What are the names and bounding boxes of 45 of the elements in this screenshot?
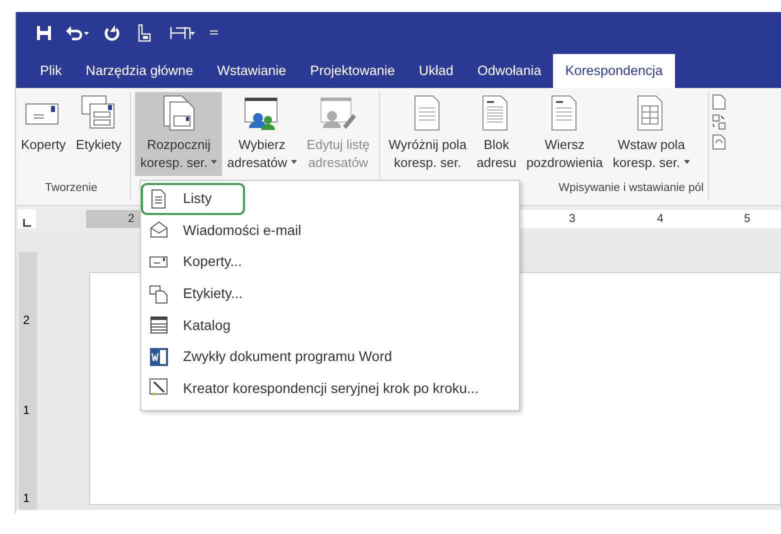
ribbon-button[interactable]: Rozpocznij koresp. ser. (135, 92, 222, 176)
ruler-number: 4 (657, 212, 664, 227)
caret-icon (290, 160, 297, 164)
ribbon-button[interactable]: Koperty (16, 92, 71, 176)
menu-item[interactable]: Kreator korespondencji seryjnej krok po kroku... (141, 372, 519, 404)
caret-icon (211, 160, 218, 164)
redo-icon[interactable] (104, 25, 120, 41)
ruler-number: 2 (23, 314, 30, 326)
ribbon-tab[interactable]: Układ (406, 54, 466, 88)
group-label: Wpisywanie i wstawianie pól (558, 182, 704, 194)
menu-item-icon (149, 220, 169, 240)
tab-selector[interactable] (18, 209, 36, 228)
ribbon-tab[interactable]: Projektowanie (298, 54, 407, 88)
ribbon-tab[interactable]: Plik (28, 54, 74, 88)
ruler-number: 2 (128, 212, 134, 227)
ribbon-tab[interactable]: Odwołania (465, 54, 554, 88)
menu-item-icon (149, 284, 169, 304)
ribbon-button[interactable]: Wstaw pola koresp. ser. (608, 92, 695, 176)
menu-item[interactable]: Koperty... (141, 246, 519, 278)
caret-icon (684, 160, 690, 164)
ribbon-tab[interactable]: Korespondencja (553, 54, 675, 88)
menu-item[interactable]: Zwykły dokument programu Word (141, 340, 519, 373)
document-icon[interactable] (712, 94, 726, 110)
menu-item[interactable]: Etykiety... (141, 278, 519, 310)
swap-icon[interactable] (712, 114, 726, 130)
ruler-number: 3 (569, 212, 576, 227)
ribbon-button[interactable]: Wybierz adresatów (222, 92, 302, 176)
ruler-number: 5 (744, 212, 750, 227)
ruler-number: 1 (23, 404, 30, 416)
group-label: Tworzenie (44, 182, 98, 194)
menu-item-icon (149, 346, 169, 367)
menu-item[interactable]: Katalog (141, 309, 519, 341)
refresh-icon[interactable] (712, 134, 726, 150)
ribbon-button[interactable]: Etykiety (70, 92, 126, 176)
undo-icon[interactable] (66, 25, 90, 41)
menu-item[interactable]: Listy (141, 183, 245, 215)
ribbon-button[interactable]: Blok adresu (472, 92, 522, 176)
ribbon-tab[interactable]: Narzędzia główne (74, 54, 206, 88)
menu-item-icon (149, 315, 169, 336)
ribbon-button[interactable]: Wyróżnij pola koresp. ser. (384, 92, 472, 176)
ruler-number: 1 (23, 492, 30, 504)
menu-item[interactable]: Wiadomości e-mail (141, 214, 519, 246)
ribbon-tab[interactable]: Wstawianie (205, 54, 298, 88)
left-tab-icon (23, 218, 31, 227)
ribbon-button[interactable]: Wiersz pozdrowienia (521, 92, 608, 176)
